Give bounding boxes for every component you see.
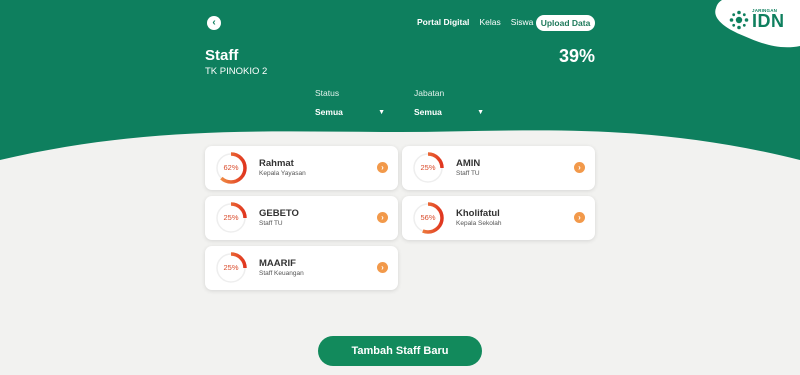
staff-role: Kepala Yayasan	[259, 170, 306, 177]
page-title: Staff	[205, 47, 239, 64]
staff-card[interactable]: 62% Rahmat Kepala Yayasan ›	[205, 146, 398, 190]
staff-card[interactable]: 56% Kholifatul Kepala Sekolah ›	[402, 196, 595, 240]
top-navigation: Portal Digital Kelas Siswa	[417, 17, 543, 27]
nav-kelas[interactable]: Kelas	[479, 17, 500, 27]
status-dropdown-value: Semua	[315, 107, 343, 117]
school-name: TK PINOKIO 2	[205, 66, 268, 77]
staff-name: GEBETO	[259, 208, 299, 219]
status-dropdown[interactable]: Semua ▼	[315, 107, 385, 117]
nav-portal-digital[interactable]: Portal Digital	[417, 17, 469, 27]
staff-role: Staff TU	[456, 170, 480, 177]
nav-siswa[interactable]: Siswa	[511, 17, 534, 27]
progress-percent: 62%	[223, 163, 239, 172]
header-background	[0, 0, 800, 175]
status-filter: Status Semua ▼	[315, 88, 385, 117]
staff-name: AMIN	[456, 158, 481, 169]
progress-percent: 25%	[223, 213, 239, 222]
staff-role: Staff TU	[259, 220, 283, 227]
status-filter-label: Status	[315, 88, 340, 98]
jaringan-idn-logo: JARINGAN IDN	[729, 6, 789, 32]
staff-card[interactable]: 25% GEBETO Staff TU ›	[205, 196, 398, 240]
chevron-right-icon[interactable]: ›	[377, 212, 388, 223]
progress-percent: 25%	[420, 163, 436, 172]
staff-card[interactable]: 25% MAARIF Staff Keuangan ›	[205, 246, 398, 290]
logo-text: IDN	[752, 11, 785, 31]
network-dots-icon	[729, 10, 749, 30]
progress-percent: 56%	[420, 213, 436, 222]
progress-percent: 25%	[223, 263, 239, 272]
chevron-right-icon[interactable]: ›	[377, 162, 388, 173]
caret-down-icon: ▼	[477, 108, 484, 116]
chevron-right-icon[interactable]: ›	[574, 212, 585, 223]
staff-card[interactable]: 25% AMIN Staff TU ›	[402, 146, 595, 190]
caret-down-icon: ▼	[378, 108, 385, 116]
staff-role: Staff Keuangan	[259, 270, 304, 277]
staff-name: Rahmat	[259, 158, 294, 169]
upload-data-button[interactable]: Upload Data	[536, 15, 595, 31]
staff-name: Kholifatul	[456, 208, 500, 219]
add-staff-button[interactable]: Tambah Staff Baru	[318, 336, 482, 366]
chevron-right-icon[interactable]: ›	[574, 162, 585, 173]
header-wave	[0, 0, 800, 175]
staff-name: MAARIF	[259, 258, 296, 269]
jabatan-dropdown-value: Semua	[414, 107, 442, 117]
jabatan-dropdown[interactable]: Semua ▼	[414, 107, 484, 117]
jabatan-filter: Jabatan Semua ▼	[414, 88, 484, 117]
chevron-left-icon: ‹	[212, 17, 216, 28]
chevron-right-icon[interactable]: ›	[377, 262, 388, 273]
back-button[interactable]: ‹	[207, 16, 221, 30]
jabatan-filter-label: Jabatan	[414, 88, 445, 98]
overall-percentage: 39%	[558, 46, 595, 66]
staff-role: Kepala Sekolah	[456, 220, 502, 227]
